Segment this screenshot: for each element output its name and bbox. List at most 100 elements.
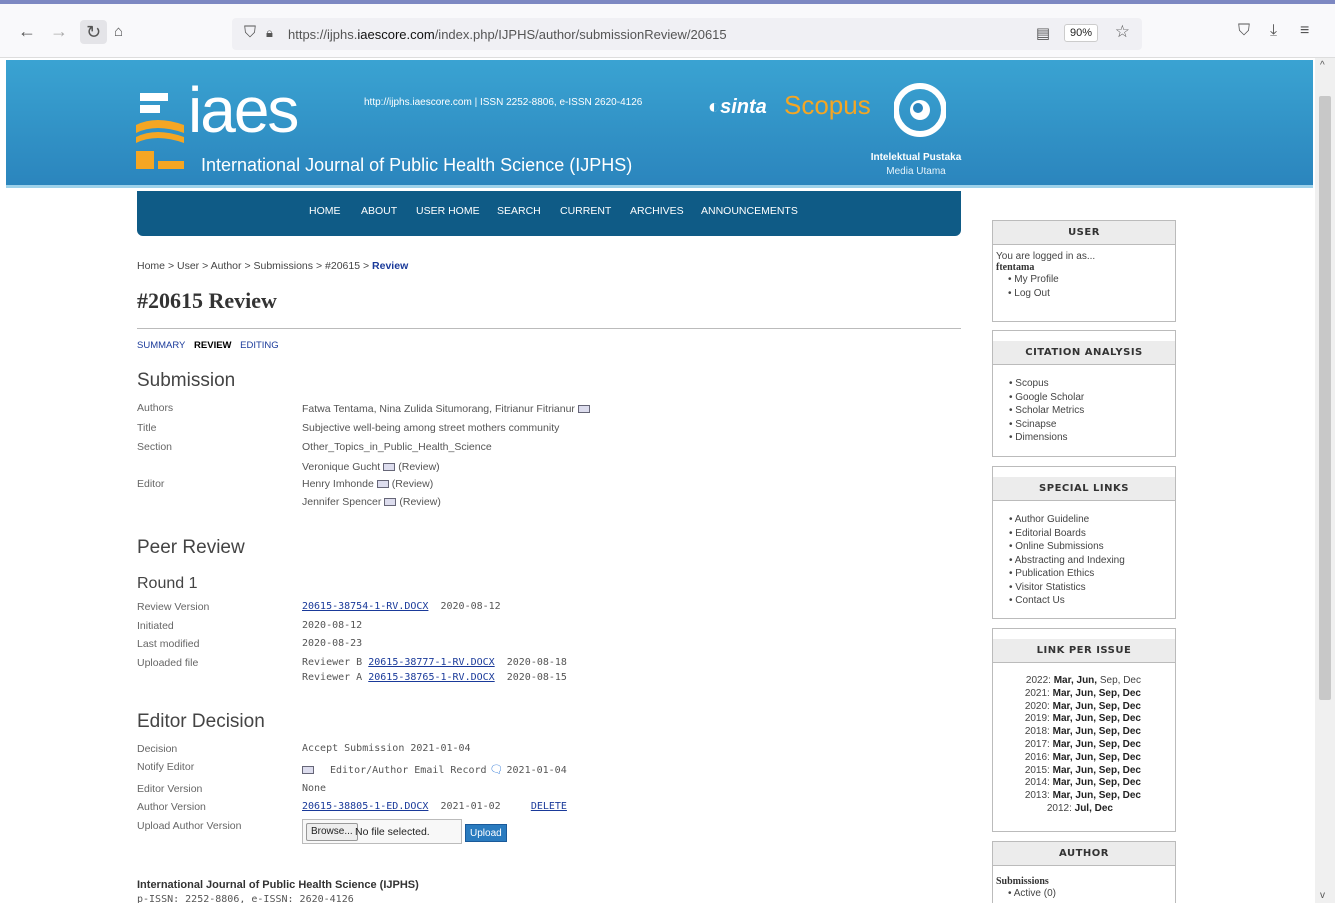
tab-review[interactable]: REVIEW <box>194 340 231 351</box>
publisher-subtitle: Media Utama <box>886 166 946 177</box>
comment-bubble-icon[interactable]: 🗨︎ <box>490 763 504 776</box>
author-version-value: 20615-38805-1-ED.DOCX 2021-01-02 DELETE <box>302 801 567 812</box>
author-guideline-link[interactable]: Author Guideline <box>1009 513 1171 527</box>
reload-icon[interactable]: ↻ <box>80 20 108 44</box>
reviewer-file-link[interactable]: 20615-38765-1-RV.DOCX <box>368 672 494 683</box>
url-text[interactable]: https://ijphs.iaescore.com/index.php/IJP… <box>288 27 727 42</box>
visitor-statistics-link[interactable]: Visitor Statistics <box>1009 581 1171 595</box>
address-bar[interactable]: ⛉ 🔒︎ https://ijphs.iaescore.com/index.ph… <box>232 18 1142 50</box>
title-label: Title <box>137 422 157 434</box>
citation-block-heading: CITATION ANALYSIS <box>993 341 1175 365</box>
download-icon[interactable]: ⤓ <box>1270 22 1277 40</box>
breadcrumb-home[interactable]: Home <box>137 260 165 272</box>
issue-row: 2016: Mar, Jun, Sep, Dec <box>1024 751 1141 763</box>
author-version-label: Author Version <box>137 801 206 813</box>
reader-view-icon[interactable]: ▤ <box>1036 24 1050 42</box>
publisher-name: Intelektual Pustaka <box>870 152 962 163</box>
abstracting-indexing-link[interactable]: Abstracting and Indexing <box>1009 554 1171 568</box>
back-icon[interactable]: ← <box>18 22 36 40</box>
scroll-up-icon[interactable]: ^ <box>1320 60 1325 71</box>
menu-icon[interactable]: ≡ <box>1300 22 1309 40</box>
reviewer-file-link[interactable]: 20615-38777-1-RV.DOCX <box>368 657 494 668</box>
iaes-logo-mark-icon <box>136 93 184 169</box>
breadcrumb-submissions[interactable]: Submissions <box>254 260 314 272</box>
scrollbar-thumb[interactable] <box>1319 96 1331 700</box>
tab-summary[interactable]: SUMMARY <box>137 340 185 351</box>
browse-button[interactable]: Browse... <box>306 823 358 841</box>
email-editor-icon[interactable] <box>384 498 397 507</box>
breadcrumb-user[interactable]: User <box>177 260 199 272</box>
uploaded-file-row-2: Reviewer A 20615-38765-1-RV.DOCX 2020-08… <box>302 672 567 683</box>
editor-version-label: Editor Version <box>137 783 203 795</box>
issue-row: 2022: Mar, Jun, Sep, Dec <box>1025 675 1141 686</box>
home-icon[interactable]: ⌂ <box>114 24 123 39</box>
browser-toolbar: ← → ↻ ⌂ ⛉ 🔒︎ https://ijphs.iaescore.com/… <box>0 0 1335 58</box>
author-version-file-link[interactable]: 20615-38805-1-ED.DOCX <box>302 801 428 812</box>
breadcrumb-current[interactable]: Review <box>372 260 408 272</box>
issue-row: 2013: Mar, Jun, Sep, Dec <box>1024 790 1141 802</box>
online-submissions-link[interactable]: Online Submissions <box>1009 540 1171 554</box>
tab-editing[interactable]: EDITING <box>240 340 279 351</box>
user-block-heading: USER <box>993 221 1175 245</box>
page-scrollbar[interactable]: ^ v <box>1315 58 1335 903</box>
file-input[interactable]: Browse... No file selected. <box>302 819 462 844</box>
log-out-link[interactable]: Log Out <box>1008 287 1171 301</box>
contact-us-link[interactable]: Contact Us <box>1009 594 1171 608</box>
nav-home[interactable]: HOME <box>309 205 341 217</box>
nav-search[interactable]: SEARCH <box>497 205 541 217</box>
authors-label: Authors <box>137 402 174 414</box>
my-profile-link[interactable]: My Profile <box>1008 273 1171 287</box>
email-editor-icon[interactable] <box>383 463 396 472</box>
active-submissions-link[interactable]: Active (0) <box>1008 887 1171 901</box>
scopus-logo: Scopus <box>784 90 871 120</box>
sinta-icon: ◐ <box>708 96 721 118</box>
upload-button[interactable]: Upload <box>465 824 507 842</box>
nav-about[interactable]: ABOUT <box>361 205 397 217</box>
nav-user-home[interactable]: USER HOME <box>416 205 480 217</box>
citation-scinapse-link[interactable]: Scinapse <box>1009 418 1171 432</box>
citation-scholar-metrics-link[interactable]: Scholar Metrics <box>1009 404 1171 418</box>
breadcrumb: Home > User > Author > Submissions > #20… <box>137 260 409 272</box>
upload-author-version-label: Upload Author Version <box>137 820 242 832</box>
review-version-file-link[interactable]: 20615-38754-1-RV.DOCX <box>302 601 428 612</box>
bookmark-star-icon[interactable]: ☆ <box>1115 22 1130 42</box>
review-version-label: Review Version <box>137 601 210 613</box>
nav-current[interactable]: CURRENT <box>560 205 611 217</box>
logged-in-text: You are logged in as... <box>996 251 1096 262</box>
review-version-value: 20615-38754-1-RV.DOCX 2020-08-12 <box>302 601 501 612</box>
breadcrumb-author[interactable]: Author <box>211 260 242 272</box>
sidebar-user-block: USER You are logged in as... ftentama My… <box>992 220 1176 322</box>
journal-banner: iaes International Journal of Public Hea… <box>6 60 1313 188</box>
peer-review-heading: Peer Review <box>137 537 245 558</box>
banner-issn: http://ijphs.iaescore.com | ISSN 2252-88… <box>364 97 643 108</box>
forward-icon[interactable]: → <box>50 22 68 40</box>
uploaded-file-label: Uploaded file <box>137 657 199 669</box>
decision-label: Decision <box>137 743 178 755</box>
publisher-logo-icon <box>894 83 946 137</box>
publication-ethics-link[interactable]: Publication Ethics <box>1009 567 1171 581</box>
breadcrumb-id[interactable]: #20615 <box>325 260 360 272</box>
issue-row: 2012: Jul, Dec <box>1046 802 1113 814</box>
tracking-shield-icon[interactable]: ⛉ <box>244 24 256 42</box>
section-value: Other_Topics_in_Public_Health_Science <box>302 441 492 453</box>
email-authors-icon[interactable] <box>577 405 590 414</box>
scroll-down-icon[interactable]: v <box>1320 890 1325 901</box>
notify-editor-email-icon[interactable] <box>302 766 314 774</box>
sidebar-special-links-block: SPECIAL LINKS Author Guideline Editorial… <box>992 466 1176 619</box>
pocket-icon[interactable]: ⛉ <box>1238 22 1250 40</box>
editorial-boards-link[interactable]: Editorial Boards <box>1009 527 1171 541</box>
zoom-level-badge[interactable]: 90% <box>1063 24 1098 42</box>
title-divider <box>137 328 961 329</box>
submission-tabs: SUMMARY REVIEW EDITING <box>137 340 285 351</box>
issue-row: 2018: Mar, Jun, Sep, Dec <box>1024 726 1141 738</box>
lock-icon[interactable]: 🔒︎ <box>266 25 273 41</box>
window-accent-line <box>0 0 1335 4</box>
delete-link[interactable]: DELETE <box>531 801 567 812</box>
title-value: Subjective well-being among street mothe… <box>302 422 560 434</box>
citation-scopus-link[interactable]: Scopus <box>1009 377 1171 391</box>
email-editor-icon[interactable] <box>376 480 389 489</box>
citation-google-scholar-link[interactable]: Google Scholar <box>1009 391 1171 405</box>
nav-archives[interactable]: ARCHIVES <box>630 205 684 217</box>
nav-announcements[interactable]: ANNOUNCEMENTS <box>701 205 798 217</box>
citation-dimensions-link[interactable]: Dimensions <box>1009 431 1171 445</box>
